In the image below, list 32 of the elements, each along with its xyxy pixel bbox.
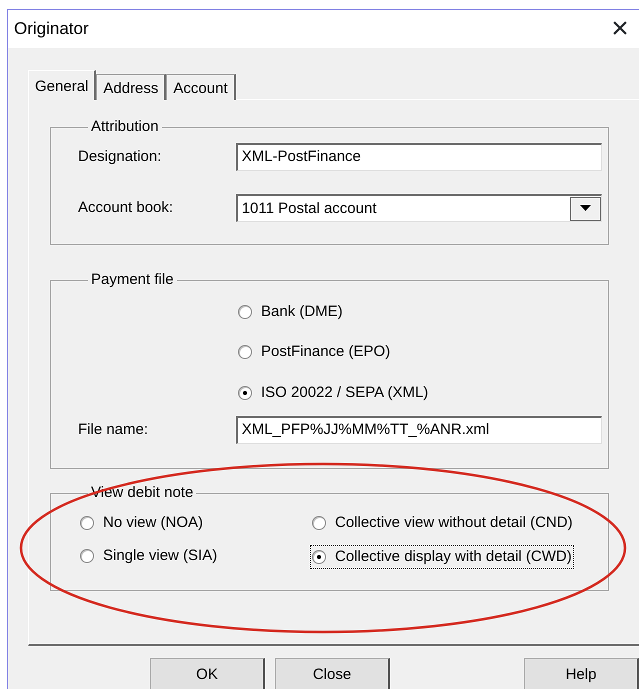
group-label: Payment file: [90, 270, 175, 290]
dropdown-arrow-button[interactable]: [570, 196, 601, 220]
field-label: Designation:: [78, 146, 162, 167]
radio-circle[interactable]: [238, 345, 252, 359]
field-label: File name:: [78, 420, 150, 440]
radio-circle[interactable]: [312, 516, 326, 530]
file-name-field[interactable]: XML_PFP%JJ%MM%TT_%ANR.xml: [236, 416, 602, 444]
close-button[interactable]: ×: [603, 12, 637, 46]
radio-option[interactable]: Bank (DME): [236, 300, 345, 324]
group-label: Attribution: [90, 117, 160, 137]
radio-circle[interactable]: [80, 516, 94, 530]
window-title: Originator: [14, 18, 89, 40]
radio-option[interactable]: PostFinance (EPO): [236, 340, 392, 364]
dialog-button[interactable]: Help: [524, 658, 639, 689]
radio-circle[interactable]: [238, 305, 252, 319]
field-label: Account book:: [78, 198, 174, 218]
dialog-button[interactable]: OK: [150, 658, 265, 689]
tab[interactable]: General: [28, 70, 96, 100]
radio-option[interactable]: Collective view without detail (CND): [310, 511, 575, 535]
radio-option[interactable]: ISO 20022 / SEPA (XML): [236, 381, 430, 405]
radio-option[interactable]: Collective display with detail (CWD): [310, 544, 574, 568]
caret-icon: [580, 205, 591, 212]
radio-circle[interactable]: [80, 548, 94, 562]
designation-field[interactable]: XML-PostFinance: [236, 143, 602, 171]
tab[interactable]: Address: [96, 74, 166, 100]
radio-circle[interactable]: [238, 386, 252, 400]
tab[interactable]: Account: [166, 74, 236, 100]
dialog-button[interactable]: Close: [275, 658, 390, 689]
account-book-dropdown[interactable]: 1011 Postal account: [236, 194, 602, 222]
radio-option[interactable]: Single view (SIA): [78, 544, 220, 568]
radio-circle[interactable]: [312, 550, 326, 564]
radio-option[interactable]: No view (NOA): [78, 511, 206, 535]
